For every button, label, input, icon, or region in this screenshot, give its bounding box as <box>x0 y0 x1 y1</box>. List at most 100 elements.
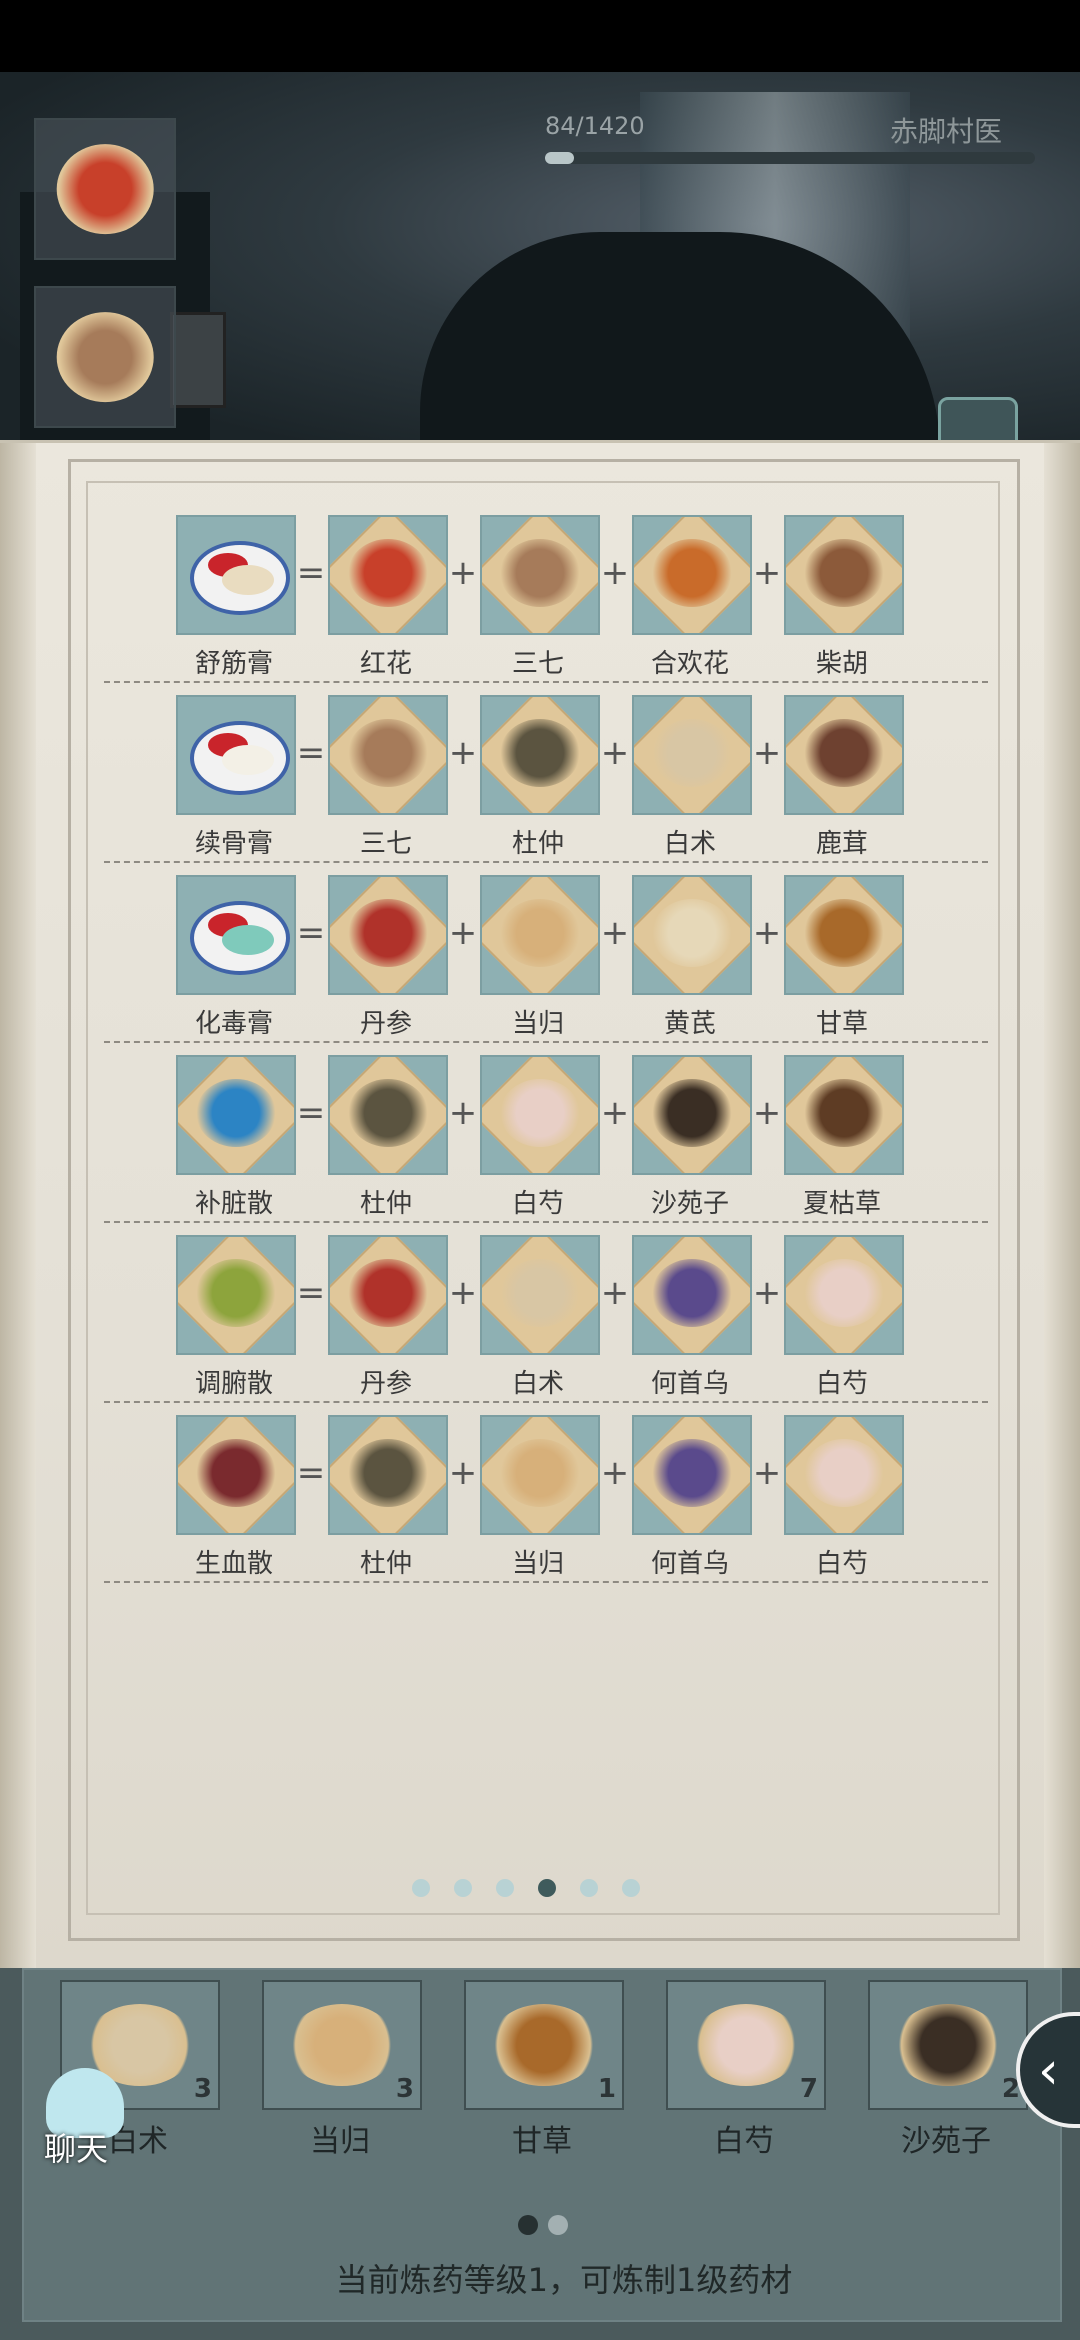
recipe-ingredient[interactable]: 当归 <box>480 1415 600 1580</box>
experience-text: 84/1420 <box>545 112 645 140</box>
page-dot[interactable] <box>580 1879 598 1897</box>
herb-pile <box>500 899 580 967</box>
item-name: 柴胡 <box>815 649 868 679</box>
inventory-item[interactable]: 7 白芍 <box>666 1980 826 2160</box>
recipe-ingredient[interactable]: 合欢花 <box>632 515 752 680</box>
recipe-ingredient[interactable]: 白芍 <box>480 1055 600 1220</box>
page-dot[interactable] <box>622 1879 640 1897</box>
recipe-ingredient[interactable]: 甘草 <box>784 875 904 1040</box>
chat-button[interactable]: 聊天 <box>30 2068 140 2178</box>
recipe-ingredient[interactable]: 丹参 <box>328 1235 448 1400</box>
page-dot[interactable] <box>412 1879 430 1897</box>
herb-icon <box>328 695 448 815</box>
plus-sign: + <box>600 1093 630 1133</box>
recipe-ingredient[interactable]: 杜仲 <box>480 695 600 860</box>
plus-sign: + <box>752 733 782 773</box>
recipe-ingredient[interactable]: 丹参 <box>328 875 448 1040</box>
jar-paste <box>222 565 274 595</box>
recipe-ingredient[interactable]: 鹿茸 <box>784 695 904 860</box>
recipe-result[interactable]: 生血散 <box>176 1415 296 1580</box>
recipe-row: 化毒膏 丹参 当归 黄芪 甘草 = + + + <box>104 861 988 1043</box>
item-name: 甘草 <box>815 1009 868 1039</box>
side-item-safflower[interactable] <box>34 118 176 260</box>
herb-icon <box>632 695 752 815</box>
plus-sign: + <box>600 1453 630 1493</box>
herb-icon: 3 <box>262 1980 422 2110</box>
recipe-ingredient[interactable]: 白术 <box>632 695 752 860</box>
item-name: 沙苑子 <box>901 2124 991 2159</box>
item-name: 续骨膏 <box>194 829 273 859</box>
recipe-result[interactable]: 补脏散 <box>176 1055 296 1220</box>
plus-sign: + <box>448 1453 478 1493</box>
item-name: 白芍 <box>815 1369 868 1399</box>
inventory-page-dot[interactable] <box>548 2215 568 2235</box>
recipe-ingredient[interactable]: 杜仲 <box>328 1055 448 1220</box>
page-indicator <box>412 1879 664 1901</box>
page-dot[interactable] <box>496 1879 514 1897</box>
page-dot[interactable] <box>538 1879 556 1897</box>
item-name: 甘草 <box>512 2124 572 2159</box>
page-dot[interactable] <box>454 1879 472 1897</box>
herb-icon <box>480 1055 600 1175</box>
recipe-ingredient[interactable]: 白术 <box>480 1235 600 1400</box>
item-count: 7 <box>799 2074 818 2104</box>
inventory-item[interactable]: 1 甘草 <box>464 1980 624 2160</box>
herb-icon <box>632 1055 752 1175</box>
herb-icon <box>328 1415 448 1535</box>
herb-icon <box>480 1415 600 1535</box>
recipe-ingredient[interactable]: 夏枯草 <box>784 1055 904 1220</box>
herb-icon <box>480 695 600 815</box>
recipe-ingredient[interactable]: 沙苑子 <box>632 1055 752 1220</box>
herb-icon <box>632 875 752 995</box>
role-title: 赤脚村医 <box>890 115 1003 148</box>
plus-sign: + <box>448 733 478 773</box>
jar-paste <box>222 745 274 775</box>
item-name: 白芍 <box>511 1189 564 1219</box>
plus-sign: + <box>448 1273 478 1313</box>
recipe-ingredient[interactable]: 白芍 <box>784 1415 904 1580</box>
item-name: 夏枯草 <box>802 1189 881 1219</box>
plus-sign: + <box>448 1093 478 1133</box>
herb-pile <box>652 1259 732 1327</box>
herb-icon: 1 <box>464 1980 624 2110</box>
inventory-page-dot[interactable] <box>518 2215 538 2235</box>
item-name: 合欢花 <box>650 649 729 679</box>
herb-pile <box>652 899 732 967</box>
recipe-ingredient[interactable]: 白芍 <box>784 1235 904 1400</box>
herb-icon <box>784 515 904 635</box>
herb-pile <box>652 539 732 607</box>
herb-icon <box>328 1055 448 1175</box>
background-scene: 84/1420 赤脚村医 <box>0 72 1080 452</box>
herb-pile <box>804 1259 884 1327</box>
recipe-result[interactable]: 化毒膏 <box>176 875 296 1040</box>
inventory-item[interactable]: 2 沙苑子 <box>868 1980 1028 2160</box>
recipe-ingredient[interactable]: 杜仲 <box>328 1415 448 1580</box>
recipe-ingredient[interactable]: 红花 <box>328 515 448 680</box>
inventory-item[interactable]: 3 当归 <box>262 1980 422 2160</box>
herb-pile <box>500 539 580 607</box>
item-name: 沙苑子 <box>650 1189 729 1219</box>
item-name: 当归 <box>511 1549 564 1579</box>
herb-pile <box>348 1259 428 1327</box>
recipe-result[interactable]: 续骨膏 <box>176 695 296 860</box>
recipe-ingredient[interactable]: 三七 <box>480 515 600 680</box>
recipe-ingredient[interactable]: 当归 <box>480 875 600 1040</box>
recipe-ingredient[interactable]: 何首乌 <box>632 1415 752 1580</box>
plus-sign: + <box>600 1273 630 1313</box>
recipe-row: 舒筋膏 红花 三七 合欢花 柴胡 = + + + <box>104 501 988 683</box>
herb-icon <box>784 875 904 995</box>
side-item-sanqi[interactable] <box>34 286 176 428</box>
recipe-ingredient[interactable]: 何首乌 <box>632 1235 752 1400</box>
recipe-ingredient[interactable]: 三七 <box>328 695 448 860</box>
item-name: 白芍 <box>714 2124 774 2159</box>
experience-bar <box>545 152 1035 164</box>
herb-icon <box>784 1415 904 1535</box>
item-name: 三七 <box>511 649 564 679</box>
recipe-ingredient[interactable]: 柴胡 <box>784 515 904 680</box>
recipe-ingredient[interactable]: 黄芪 <box>632 875 752 1040</box>
herb-pile <box>348 1079 428 1147</box>
recipe-result[interactable]: 调腑散 <box>176 1235 296 1400</box>
recipe-result[interactable]: 舒筋膏 <box>176 515 296 680</box>
herb-icon <box>784 695 904 815</box>
item-count: 3 <box>193 2074 212 2104</box>
